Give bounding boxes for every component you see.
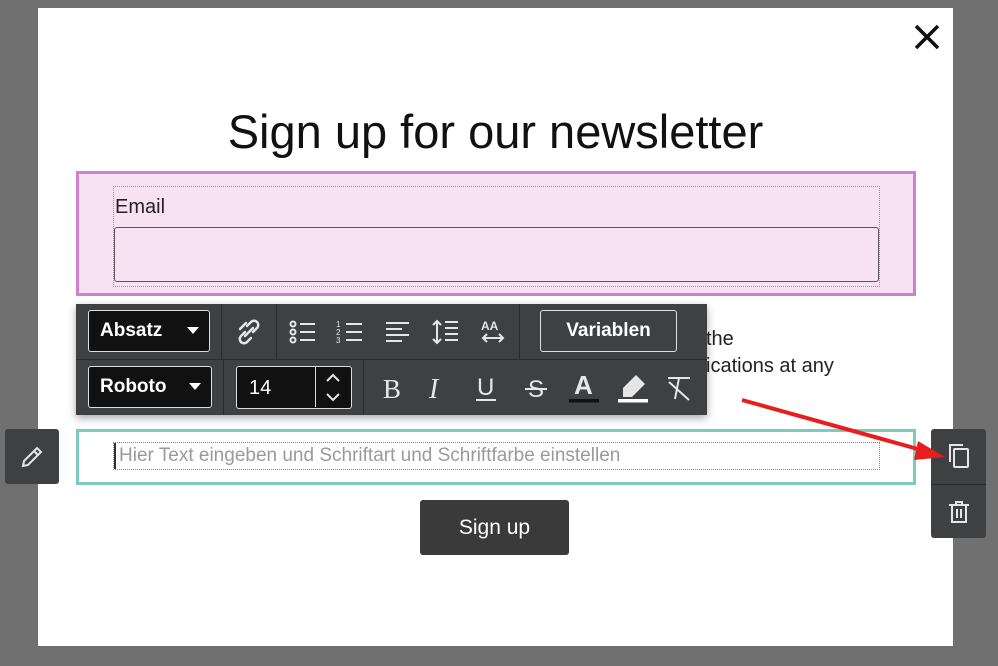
- unlink-icon: [238, 319, 260, 345]
- bold-icon: B: [383, 374, 401, 402]
- toolbar-row-2: Roboto 14 B I U S A: [76, 359, 707, 415]
- highlight-button[interactable]: [616, 371, 650, 405]
- svg-text:AA: AA: [481, 319, 499, 333]
- consent-line-1: the: [706, 328, 734, 350]
- line-height-button[interactable]: [428, 315, 462, 349]
- copy-icon: [948, 444, 969, 468]
- align-left-button[interactable]: [381, 315, 415, 349]
- align-left-icon: [386, 322, 409, 342]
- variables-button[interactable]: Variablen: [540, 310, 677, 352]
- email-field-group: Email: [113, 186, 880, 287]
- trash-icon: [948, 500, 969, 523]
- chevron-down-icon: [189, 383, 201, 390]
- email-form-block[interactable]: Email: [76, 171, 916, 296]
- svg-text:B: B: [383, 374, 401, 402]
- svg-text:I: I: [428, 374, 440, 402]
- pencil-icon: [21, 446, 43, 467]
- text-color-button[interactable]: A: [567, 371, 601, 405]
- close-icon: [914, 24, 940, 50]
- numbered-list-button[interactable]: 1 2 3: [333, 315, 367, 349]
- email-field[interactable]: [114, 227, 879, 282]
- bullet-list-icon: [289, 320, 315, 344]
- consent-text: the ications at any: [706, 326, 834, 380]
- text-formatting-toolbar: Absatz 1 2 3 AA Variablen Roboto 14 B I …: [76, 304, 707, 415]
- text-field-group: [113, 442, 880, 470]
- font-select[interactable]: Roboto: [88, 366, 212, 408]
- letter-spacing-icon: AA: [481, 319, 505, 343]
- font-select-value: Roboto: [100, 376, 167, 397]
- svg-text:U: U: [477, 374, 494, 401]
- email-label: Email: [115, 196, 166, 218]
- letter-spacing-button[interactable]: AA: [476, 315, 510, 349]
- font-size-value: 14: [249, 377, 272, 399]
- italic-button[interactable]: I: [419, 371, 453, 405]
- text-color-icon: A: [569, 372, 599, 403]
- bold-button[interactable]: B: [375, 371, 409, 405]
- line-height-icon: [432, 319, 458, 345]
- underline-icon: U: [476, 374, 496, 401]
- stepper-arrows-icon: [326, 373, 340, 402]
- highlight-icon: [618, 375, 648, 403]
- sign-up-button[interactable]: Sign up: [420, 500, 569, 555]
- font-size-stepper[interactable]: [315, 367, 351, 407]
- numbered-list-icon: 1 2 3: [336, 320, 362, 345]
- toolbar-row-1: Absatz 1 2 3 AA Variablen: [76, 304, 707, 359]
- svg-text:3: 3: [336, 336, 341, 345]
- block-actions: [931, 429, 986, 538]
- close-button[interactable]: [912, 22, 942, 52]
- unlink-button[interactable]: [232, 315, 266, 349]
- underline-button[interactable]: U: [469, 371, 503, 405]
- paragraph-select-value: Absatz: [100, 320, 163, 341]
- bullet-list-button[interactable]: [286, 315, 320, 349]
- edit-block-button[interactable]: [5, 429, 59, 484]
- italic-icon: I: [428, 374, 440, 402]
- paragraph-select[interactable]: Absatz: [88, 310, 210, 352]
- svg-text:A: A: [574, 372, 593, 400]
- delete-button[interactable]: [931, 484, 986, 538]
- font-size-field[interactable]: 14: [236, 366, 352, 409]
- clear-format-button[interactable]: [662, 371, 696, 405]
- strikethrough-icon: S: [525, 376, 547, 402]
- consent-line-2: ications at any: [706, 355, 834, 377]
- chevron-down-icon: [187, 327, 199, 334]
- strikethrough-button[interactable]: S: [519, 371, 553, 405]
- duplicate-button[interactable]: [931, 429, 986, 483]
- clear-format-icon: [668, 377, 690, 401]
- page-title: Sign up for our newsletter: [227, 105, 764, 158]
- text-input[interactable]: [114, 443, 879, 469]
- text-form-block[interactable]: [76, 429, 916, 485]
